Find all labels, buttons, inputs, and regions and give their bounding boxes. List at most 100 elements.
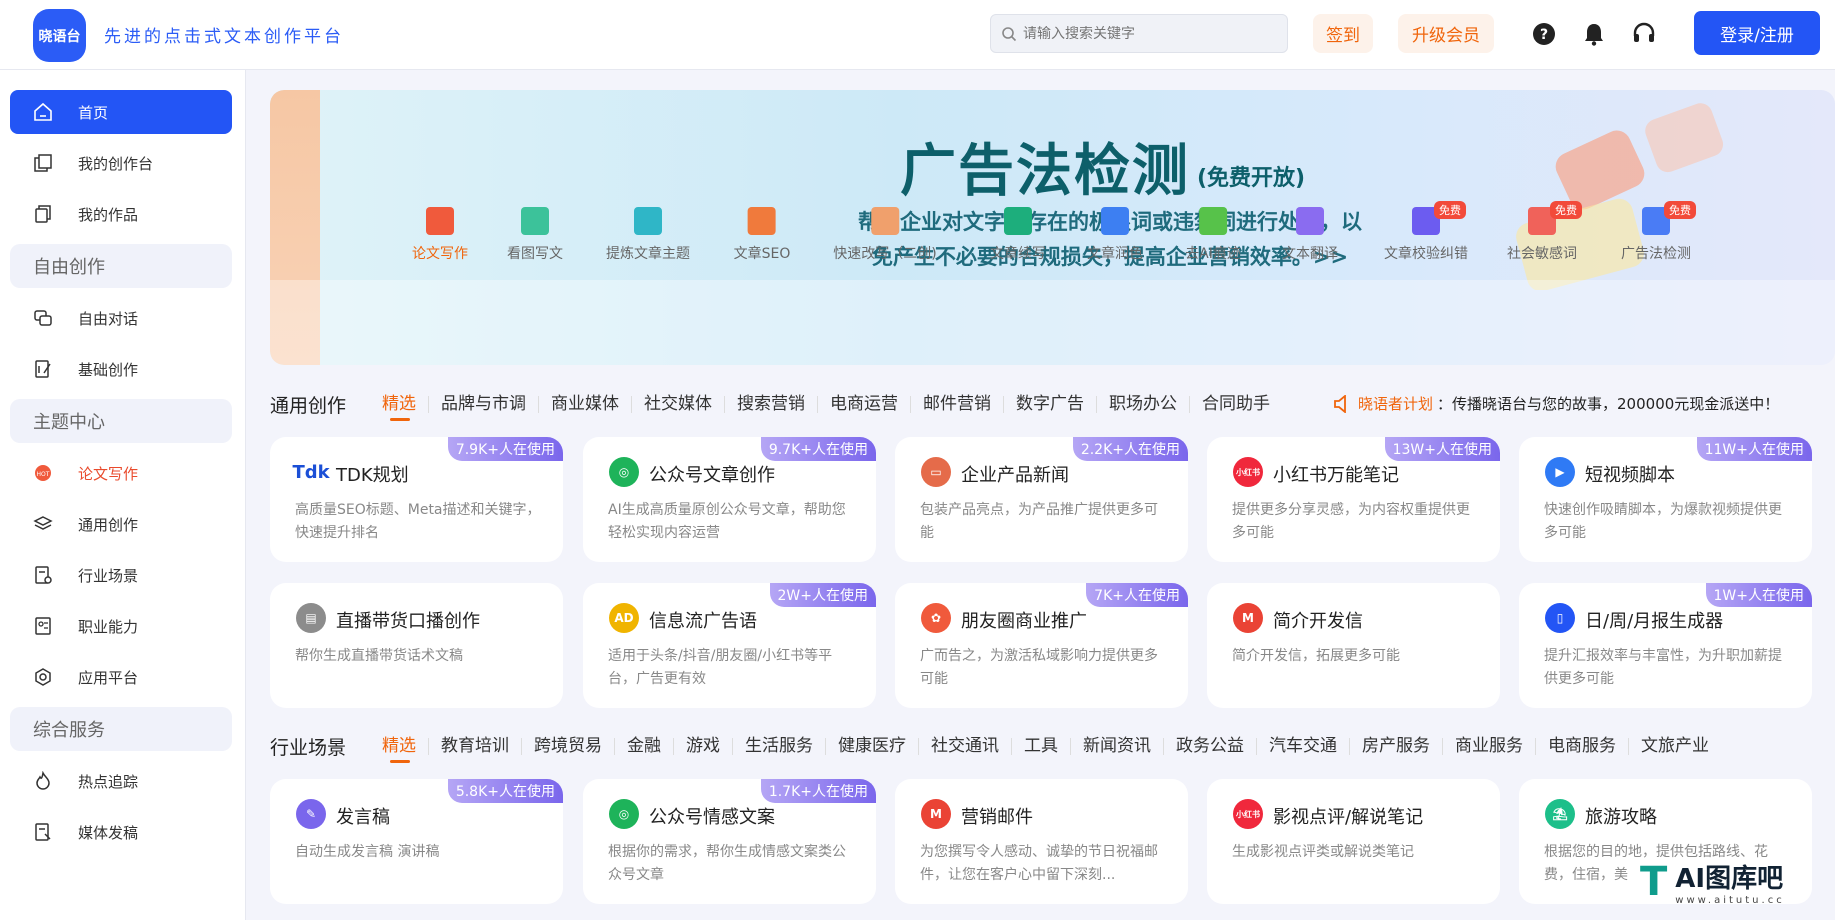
tab-item[interactable]: 搜索营销	[725, 395, 819, 413]
tab-item[interactable]: 健康医疗	[826, 737, 920, 755]
tab-item[interactable]: 电商运营	[818, 395, 912, 413]
tool-item[interactable]: 文章续写	[990, 207, 1046, 263]
tool-item[interactable]: 免费 文章校验纠错	[1384, 201, 1468, 263]
tab-item[interactable]: 政务公益	[1164, 737, 1258, 755]
industry-scene-tabs: 行业场景 精选 教育培训 跨境贸易 金融 游戏 生活服务 健康医疗 社交通讯 工具 新闻资讯 政务公…	[270, 731, 1721, 763]
sidebar-item-paper[interactable]: HOT 论文写作	[10, 451, 232, 495]
tool-card[interactable]: ✿ 朋友圈商业推广 广而告之，为激活私域影响力提供更多可能 7K+人在使用	[895, 583, 1188, 708]
card-icon: ▭	[921, 457, 951, 487]
tool-item[interactable]: 文本翻译	[1282, 207, 1338, 263]
help-icon[interactable]: ?	[1531, 21, 1557, 47]
tab-item[interactable]: 品牌与市调	[429, 395, 540, 413]
card-title: 旅游攻略	[1585, 807, 1657, 828]
card-icon: ▤	[296, 603, 326, 633]
sidebar-item-general[interactable]: 通用创作	[10, 502, 232, 546]
paper-icon: HOT	[32, 462, 54, 484]
tab-item[interactable]: 跨境贸易	[522, 737, 616, 755]
login-register-button[interactable]: 登录/注册	[1694, 11, 1820, 55]
tab-item[interactable]: 教育培训	[429, 737, 523, 755]
tab-item[interactable]: 数字广告	[1004, 395, 1098, 413]
sidebar-item-platform[interactable]: 应用平台	[10, 655, 232, 699]
sidebar-item-basic[interactable]: 基础创作	[10, 347, 232, 391]
tab-item[interactable]: 生活服务	[733, 737, 827, 755]
tab-item[interactable]: 邮件营销	[911, 395, 1005, 413]
search-input[interactable]	[1023, 25, 1263, 42]
search-box[interactable]	[990, 14, 1288, 53]
sidebar-item-chat[interactable]: 自由对话	[10, 296, 232, 340]
tool-card[interactable]: AD 信息流广告语 适用于头条/抖音/朋友圈/小红书等平台，广告更有效 2W+人在使用	[583, 583, 876, 708]
card-description: 根据你的需求，帮你生成情感文案类公众号文章	[608, 844, 846, 883]
sidebar-item-career[interactable]: 职业能力	[10, 604, 232, 648]
tab-item[interactable]: 精选	[370, 395, 430, 421]
tool-card[interactable]: Tdk TDK规划 高质量SEO标题、Meta描述和关键字，快速提升排名 7.9K+人…	[270, 437, 563, 562]
tab-item[interactable]: 合同助手	[1190, 395, 1282, 413]
tool-card[interactable]: ◎ 公众号情感文案 根据你的需求，帮你生成情感文案类公众号文章 1.7K+人在使用	[583, 779, 876, 904]
sidebar-item-industry[interactable]: 行业场景	[10, 553, 232, 597]
tab-item[interactable]: 工具	[1012, 737, 1072, 755]
usage-badge: 9.7K+人在使用	[760, 437, 876, 461]
sidebar-item-hot[interactable]: 热点追踪	[10, 759, 232, 803]
tool-card[interactable]: M 营销邮件 为您撰写令人感动、诚挚的节日祝福邮件，让您在客户心中留下深刻...	[895, 779, 1188, 904]
tab-item[interactable]: 精选	[370, 737, 430, 763]
media-icon	[32, 821, 54, 843]
sidebar: 首页 我的创作台 我的作品 自由创作 自由对话 基础创作 主题中心 HOT 论文…	[0, 70, 246, 920]
tool-item[interactable]: 快速改写（二创)	[833, 207, 937, 263]
tab-item[interactable]: 汽车交通	[1257, 737, 1351, 755]
usage-badge: 11W+人在使用	[1696, 437, 1812, 461]
tool-icon	[747, 207, 776, 235]
ad-law-banner[interactable]: 广告法检测 (免费开放) 帮助企业对文字中存在的极限词或违禁词进行处理，以 免产…	[270, 90, 1835, 365]
sidebar-item-media[interactable]: 媒体发稿	[10, 810, 232, 854]
tool-item[interactable]: 看图写文	[507, 207, 563, 263]
tool-card[interactable]: ✎ 发言稿 自动生成发言稿 演讲稿 5.8K+人在使用	[270, 779, 563, 904]
tool-item[interactable]: 文章SEO	[734, 207, 790, 263]
tab-item[interactable]: 房产服务	[1350, 737, 1444, 755]
upgrade-vip-button[interactable]: 升级会员	[1398, 14, 1494, 53]
tab-item[interactable]: 社交媒体	[632, 395, 726, 413]
tool-card[interactable]: ▭ 企业产品新闻 包装产品亮点，为产品推广提供更多可能 2.2K+人在使用	[895, 437, 1188, 562]
tool-card[interactable]: ▤ 直播带货口播创作 帮你生成直播带货话术文稿	[270, 583, 563, 708]
sidebar-item-workbench[interactable]: 我的创作台	[10, 141, 232, 185]
tool-item[interactable]: 免费 广告法检测	[1621, 201, 1696, 263]
tab-item[interactable]: 商业服务	[1443, 737, 1537, 755]
tool-item[interactable]: 提炼文章主题	[606, 207, 690, 263]
tab-item[interactable]: 商业媒体	[539, 395, 633, 413]
tab-item[interactable]: 电商服务	[1536, 737, 1630, 755]
card-title: 营销邮件	[961, 807, 1033, 828]
tool-card[interactable]: ◎ 公众号文章创作 AI生成高质量原创公众号文章，帮助您轻松实现内容运营 9.7K+人…	[583, 437, 876, 562]
tool-item[interactable]: 去AI痕迹	[1185, 207, 1241, 263]
tool-card[interactable]: ▯ 日/周/月报生成器 提升汇报效率与丰富性，为升职加薪提供更多可能 1W+人在使用	[1519, 583, 1812, 708]
tab-item[interactable]: 金融	[615, 737, 675, 755]
usage-badge: 7K+人在使用	[1086, 583, 1188, 607]
creator-plan-notice[interactable]: 晓语者计划 ：传播晓语台与您的故事，200000元现金派送中！	[1333, 393, 1779, 414]
tool-item[interactable]: 免费 社会敏感词	[1507, 201, 1582, 263]
usage-badge: 13W+人在使用	[1384, 437, 1500, 461]
free-badge: 免费	[1664, 201, 1696, 219]
tool-card[interactable]: ▶ 短视频脚本 快速创作吸睛脚本，为爆款视频提供更多可能 11W+人在使用	[1519, 437, 1812, 562]
sidebar-item-label: 论文写作	[78, 464, 139, 483]
chat-icon	[32, 307, 54, 329]
tab-item[interactable]: 游戏	[674, 737, 734, 755]
headset-icon[interactable]	[1631, 21, 1657, 47]
usage-badge: 2W+人在使用	[769, 583, 876, 607]
tab-item[interactable]: 文旅产业	[1629, 737, 1721, 755]
tool-icon	[871, 207, 899, 235]
tab-item[interactable]: 社交通讯	[919, 737, 1013, 755]
tab-item[interactable]: 新闻资讯	[1071, 737, 1165, 755]
card-description: 提供更多分享灵感，为内容权重提供更多可能	[1232, 502, 1470, 541]
tool-card[interactable]: M 简介开发信 简介开发信，拓展更多可能	[1207, 583, 1500, 708]
tool-item[interactable]: 文章润色	[1087, 207, 1143, 263]
card-icon: ◎	[609, 799, 639, 829]
card-description: 生成影视点评类或解说类笔记	[1232, 844, 1414, 860]
tool-item[interactable]: 论文写作	[412, 207, 468, 263]
section-title: 行业场景	[270, 736, 347, 759]
tab-item[interactable]: 职场办公	[1097, 395, 1191, 413]
sidebar-item-label: 职业能力	[78, 617, 139, 636]
sidebar-item-works[interactable]: 我的作品	[10, 192, 232, 236]
sidebar-item-home[interactable]: 首页	[10, 90, 232, 134]
tool-card[interactable]: 小红书 小红书万能笔记 提供更多分享灵感，为内容权重提供更多可能 13W+人在使用	[1207, 437, 1500, 562]
logo[interactable]: 晓语台	[33, 9, 86, 62]
signin-button[interactable]: 签到	[1313, 14, 1373, 53]
speaker-icon	[1334, 394, 1346, 413]
tool-card[interactable]: 小红书 影视点评/解说笔记 生成影视点评类或解说类笔记	[1207, 779, 1500, 904]
bell-icon[interactable]	[1581, 21, 1607, 47]
